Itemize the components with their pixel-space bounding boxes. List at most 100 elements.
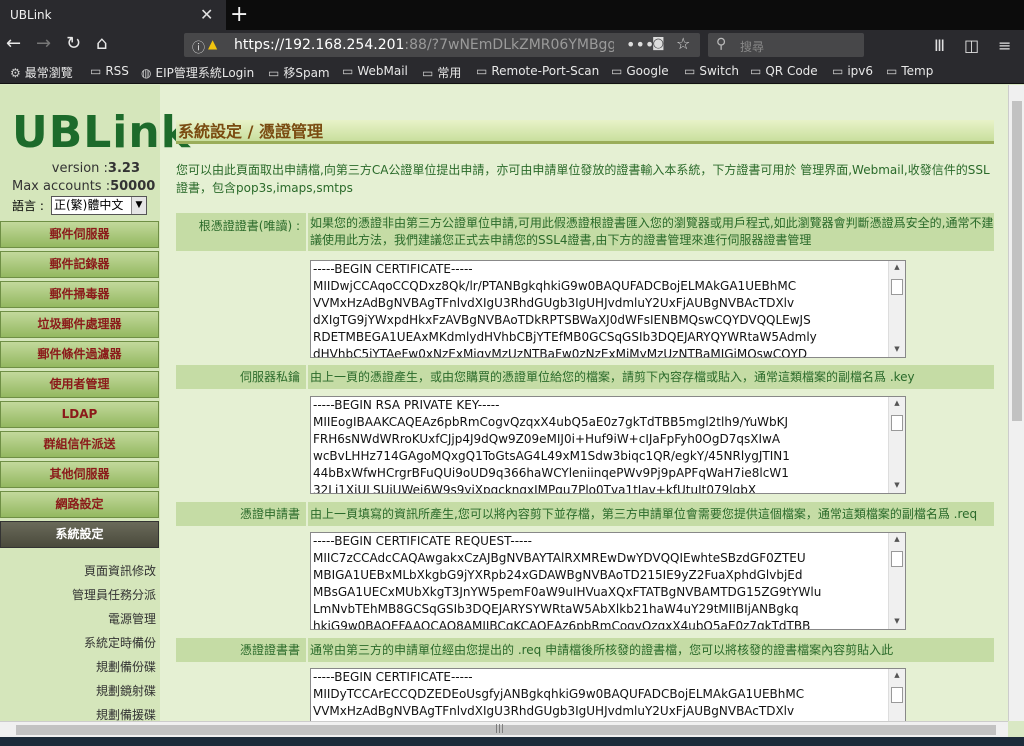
chevron-down-icon[interactable]: ▼: [131, 197, 146, 214]
row-spacer: [176, 253, 306, 363]
tab-bar: UBLink ✕ +: [0, 0, 1024, 30]
menu-other-servers[interactable]: 其他伺服器: [0, 461, 159, 488]
scroll-down-icon[interactable]: ▼: [889, 345, 905, 353]
menu-icon[interactable]: ≡: [998, 36, 1011, 55]
menu-mail-filter[interactable]: 郵件條件過濾器: [0, 341, 159, 368]
home-icon[interactable]: ⌂: [96, 34, 107, 54]
scroll-down-icon[interactable]: ▼: [889, 617, 905, 625]
submenu-backup-disk[interactable]: 規劃備份碟: [96, 658, 156, 675]
scrollbar[interactable]: ▲▼: [888, 669, 905, 721]
scroll-up-icon[interactable]: ▲: [889, 671, 905, 679]
private-key-textarea[interactable]: -----BEGIN RSA PRIVATE KEY----- MIIEogIB…: [310, 396, 906, 494]
folder-icon: ▭: [684, 64, 696, 78]
library-icon[interactable]: Ⅲ: [934, 36, 945, 55]
scrollbar[interactable]: ▲▼: [888, 397, 905, 493]
page-title: 系統設定 / 憑證管理: [176, 120, 994, 144]
os-taskbar: [0, 737, 1024, 746]
csr-desc: 由上一頁填寫的資訊所產生,您可以將內容剪下並存檔，第三方申請單位會需要您提供這個…: [308, 502, 994, 526]
menu-mail-server[interactable]: 郵件伺服器: [0, 221, 159, 248]
row-spacer: [176, 664, 306, 721]
bookmark-rss[interactable]: ▭ RSS: [90, 64, 129, 78]
menu-user-management[interactable]: 使用者管理: [0, 371, 159, 398]
scroll-up-icon[interactable]: ▲: [889, 399, 905, 407]
scroll-thumb[interactable]: [891, 687, 903, 703]
private-key-desc: 由上一頁的憑證產生，或由您購買的憑證單位給您的檔案，請剪下內容存檔或貼入，通常這…: [308, 365, 994, 389]
language-select[interactable]: 正(繁)體中文 ▼: [51, 196, 147, 215]
csr-textarea[interactable]: -----BEGIN CERTIFICATE REQUEST----- MIIC…: [310, 532, 906, 630]
certificate-label: 憑證證書書: [176, 638, 306, 662]
menu-ldap[interactable]: LDAP: [0, 401, 159, 428]
bookmark-most-visited[interactable]: ⚙ 最常瀏覽: [10, 64, 73, 81]
bookmark-spam[interactable]: ▭ 移Spam: [268, 64, 330, 81]
active-tab[interactable]: UBLink ✕: [0, 0, 226, 30]
scroll-thumb[interactable]: [16, 725, 996, 735]
scrollbar[interactable]: ▲▼: [888, 261, 905, 357]
menu-mail-recorder[interactable]: 郵件記錄器: [0, 251, 159, 278]
menu-antivirus[interactable]: 郵件掃毒器: [0, 281, 159, 308]
scroll-thumb[interactable]: [891, 415, 903, 431]
submenu-scheduled-backup[interactable]: 系統定時備份: [84, 634, 156, 651]
more-icon[interactable]: •••: [626, 35, 654, 54]
scroll-thumb[interactable]: [1012, 101, 1022, 421]
nav-bar: ← → ↻ ⌂ ⓘ ▲ https://192.168.254.201:88/?…: [0, 30, 1024, 60]
bookmark-qr-code[interactable]: ▭ QR Code: [750, 64, 818, 78]
folder-icon: ▭: [268, 66, 280, 80]
row-spacer: [176, 391, 306, 501]
scroll-thumb[interactable]: [891, 551, 903, 567]
folder-icon: ▭: [476, 64, 488, 78]
root-cert-desc: 如果您的憑證非由第三方公證單位申請,可用此假憑證根證書匯入您的瀏覽器或用戶程式,…: [308, 213, 994, 251]
scroll-down-icon[interactable]: ▼: [889, 481, 905, 489]
bookmark-eip[interactable]: ◍ EIP管理系統Login: [141, 64, 254, 81]
search-bar[interactable]: ⚲ 搜尋: [708, 33, 864, 57]
page-vertical-scrollbar[interactable]: [1008, 85, 1024, 721]
bookmark-google[interactable]: ▭ Google: [611, 64, 669, 78]
info-icon[interactable]: ⓘ: [192, 37, 205, 56]
folder-icon: ▭: [90, 64, 102, 78]
close-icon[interactable]: ✕: [200, 5, 213, 24]
folder-icon: ▭: [886, 64, 898, 78]
submenu-mirror-disk[interactable]: 規劃鏡射碟: [96, 682, 156, 699]
sidebar: UBLink version :3.23 Max accounts :50000…: [0, 85, 190, 721]
star-icon[interactable]: ☆: [676, 34, 690, 53]
reload-icon[interactable]: ↻: [66, 34, 81, 54]
back-icon[interactable]: ←: [6, 34, 21, 54]
bookmark-webmail[interactable]: ▭ WebMail: [342, 64, 408, 78]
url-bar[interactable]: ⓘ ▲ https://192.168.254.201:88/?7wNEmDLk…: [184, 33, 700, 57]
version-info: version :3.23: [51, 161, 140, 176]
folder-icon: ▭: [422, 66, 434, 80]
bookmark-common[interactable]: ▭ 常用: [422, 64, 461, 81]
scroll-up-icon[interactable]: ▲: [889, 263, 905, 271]
scrollbar[interactable]: ▲▼: [888, 533, 905, 629]
forward-icon[interactable]: →: [36, 34, 51, 54]
menu-network-settings[interactable]: 網路設定: [0, 491, 159, 518]
url-text[interactable]: https://192.168.254.201:88/?7wNEmDLkZMR0…: [234, 37, 614, 53]
menu-group-mail[interactable]: 群組信件派送: [0, 431, 159, 458]
private-key-label: 伺服器私鑰: [176, 365, 306, 389]
bookmark-switch[interactable]: ▭ Switch: [684, 64, 739, 78]
csr-label: 憑證申請書: [176, 502, 306, 526]
menu-spam-processor[interactable]: 垃圾郵件處理器: [0, 311, 159, 338]
certificate-textarea[interactable]: -----BEGIN CERTIFICATE----- MIIDyTCCArEC…: [310, 668, 906, 721]
scroll-thumb[interactable]: [891, 279, 903, 295]
submenu-admin-tasks[interactable]: 管理員任務分派: [72, 586, 156, 603]
intro-text: 您可以由此頁面取出申請檔,向第三方CA公證單位提出申請，亦可由申請單位發放的證書…: [176, 163, 990, 195]
certificate-desc: 通常由第三方的申請單位經由您提出的 .req 申請檔後所核發的證書檔，您可以將核…: [308, 638, 994, 662]
bookmark-ipv6[interactable]: ▭ ipv6: [832, 64, 873, 78]
bookmark-remote-port-scan[interactable]: ▭ Remote-Port-Scan: [476, 64, 599, 78]
submenu-page-info[interactable]: 頁面資訊修改: [84, 562, 156, 579]
scroll-up-icon[interactable]: ▲: [889, 535, 905, 543]
sidebar-icon[interactable]: ◫: [964, 36, 979, 55]
submenu-standby-disk[interactable]: 規劃備援碟: [96, 706, 156, 721]
submenu-power[interactable]: 電源管理: [108, 610, 156, 627]
folder-icon: ▭: [832, 64, 844, 78]
lock-warning-icon[interactable]: ▲: [208, 37, 217, 51]
language-label: 語言 :: [12, 199, 44, 213]
page-horizontal-scrollbar[interactable]: |||: [0, 721, 1008, 737]
bookmark-temp[interactable]: ▭ Temp: [886, 64, 933, 78]
pocket-icon[interactable]: ◙: [652, 36, 665, 51]
root-cert-textarea[interactable]: -----BEGIN CERTIFICATE----- MIIDwjCCAqoC…: [310, 260, 906, 358]
row-spacer: [176, 528, 306, 636]
plus-icon[interactable]: +: [230, 2, 248, 27]
menu-system-settings[interactable]: 系統設定: [0, 521, 159, 548]
globe-icon: ◍: [141, 66, 152, 80]
